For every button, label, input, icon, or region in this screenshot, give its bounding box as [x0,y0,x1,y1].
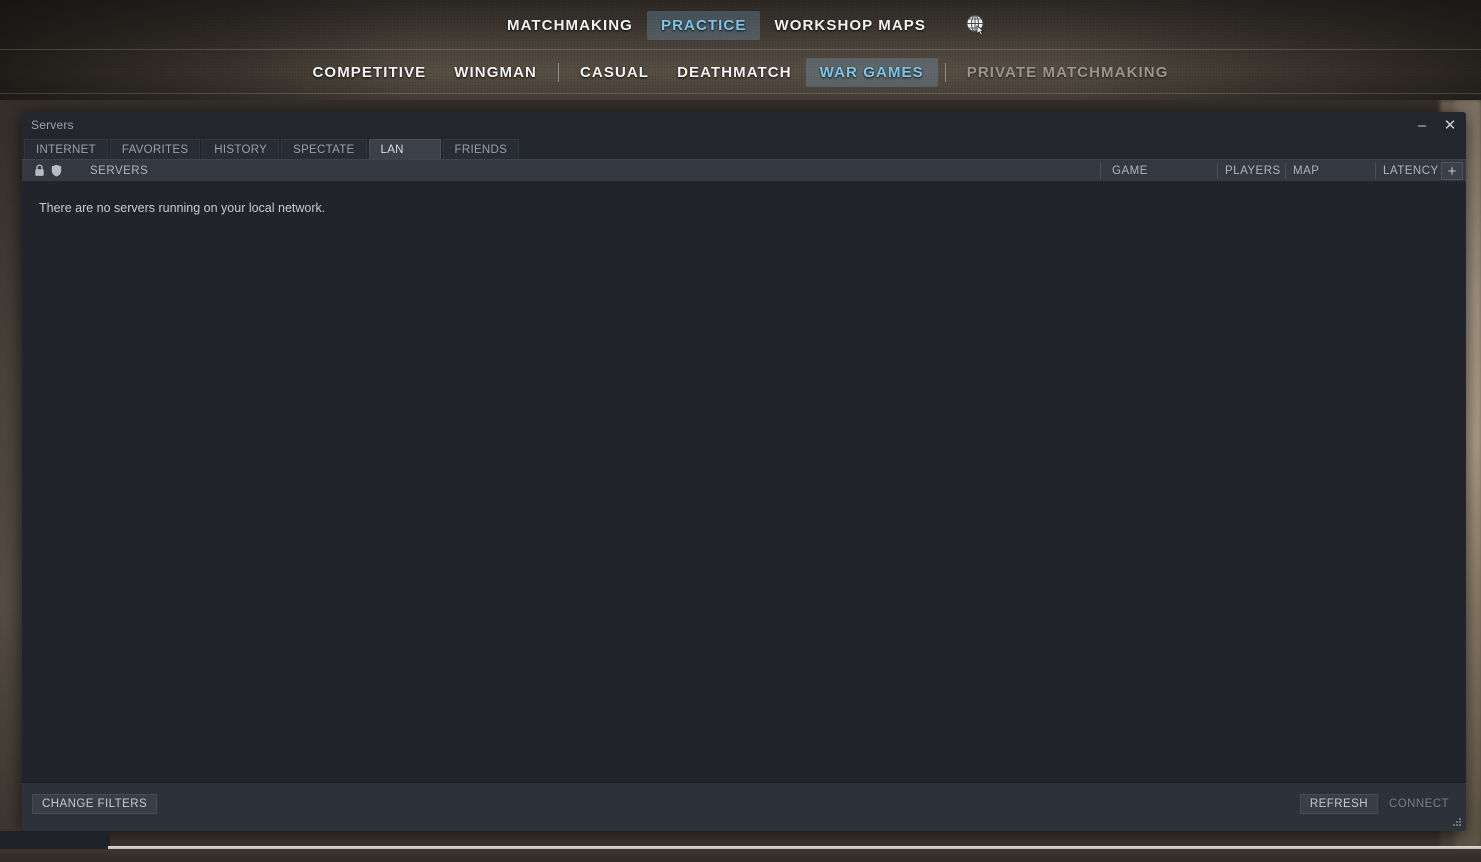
add-column-button[interactable]: + [1441,162,1463,180]
window-controls: – ✕ [1414,112,1458,138]
column-divider-2[interactable] [1217,163,1218,179]
column-divider-4[interactable] [1375,163,1376,179]
dialog-title: Servers [31,118,74,132]
tab-spectate[interactable]: SPECTATE [281,139,367,160]
server-list-column-header: SERVERS GAME PLAYERS MAP LATENCY ▲ + [22,160,1466,182]
bottom-strip [0,849,1481,862]
tab-favorites[interactable]: FAVORITES [109,139,201,160]
column-players[interactable]: PLAYERS [1225,160,1281,182]
connect-button[interactable]: CONNECT [1379,794,1459,814]
minimize-icon[interactable]: – [1414,116,1430,134]
column-servers[interactable]: SERVERS [90,160,148,182]
top-navigation-bar: MATCHMAKING PRACTICE WORKSHOP MAPS COMPE… [0,0,1481,100]
nav-practice[interactable]: PRACTICE [646,10,761,40]
tab-history[interactable]: HISTORY [202,139,280,160]
column-divider-1[interactable] [1100,163,1101,179]
vac-shield-icon[interactable] [51,164,62,177]
column-divider-3[interactable] [1285,163,1286,179]
nav-competitive[interactable]: COMPETITIVE [299,58,441,87]
server-list-body[interactable]: There are no servers running on your loc… [22,182,1466,783]
padlock-icon[interactable] [34,164,45,177]
tab-lan[interactable]: LAN [368,139,441,160]
tab-internet[interactable]: INTERNET [24,139,108,160]
primary-nav-row: MATCHMAKING PRACTICE WORKSHOP MAPS [0,0,1481,50]
close-icon[interactable]: ✕ [1442,116,1458,134]
column-latency[interactable]: LATENCY [1383,160,1439,182]
nav-separator-1 [557,62,559,82]
column-game[interactable]: GAME [1112,160,1148,182]
nav-workshop-maps[interactable]: WORKSHOP MAPS [760,11,940,40]
nav-deathmatch[interactable]: DEATHMATCH [663,58,806,87]
nav-casual[interactable]: CASUAL [566,58,663,87]
globe-cursor-icon[interactable] [964,13,988,37]
nav-matchmaking[interactable]: MATCHMAKING [493,11,647,40]
resize-grip-icon[interactable] [1453,818,1462,827]
dialog-titlebar[interactable]: Servers – ✕ [22,112,1466,138]
nav-war-games[interactable]: WAR GAMES [805,57,938,87]
secondary-nav-row: COMPETITIVE WINGMAN CASUAL DEATHMATCH WA… [0,50,1481,94]
change-filters-button[interactable]: CHANGE FILTERS [32,794,158,814]
nav-wingman[interactable]: WINGMAN [440,58,551,87]
column-map[interactable]: MAP [1293,160,1319,182]
refresh-button[interactable]: REFRESH [1299,794,1378,814]
servers-dialog: Servers – ✕ INTERNET FAVORITES HISTORY S… [22,112,1466,831]
dialog-footer: CHANGE FILTERS REFRESH CONNECT [22,783,1466,830]
empty-state-message: There are no servers running on your loc… [39,201,326,215]
tab-friends[interactable]: FRIENDS [442,139,520,160]
nav-separator-2 [944,62,946,82]
dialog-tab-bar: INTERNET FAVORITES HISTORY SPECTATE LAN … [22,138,1466,160]
nav-private-matchmaking[interactable]: PRIVATE MATCHMAKING [953,58,1183,87]
